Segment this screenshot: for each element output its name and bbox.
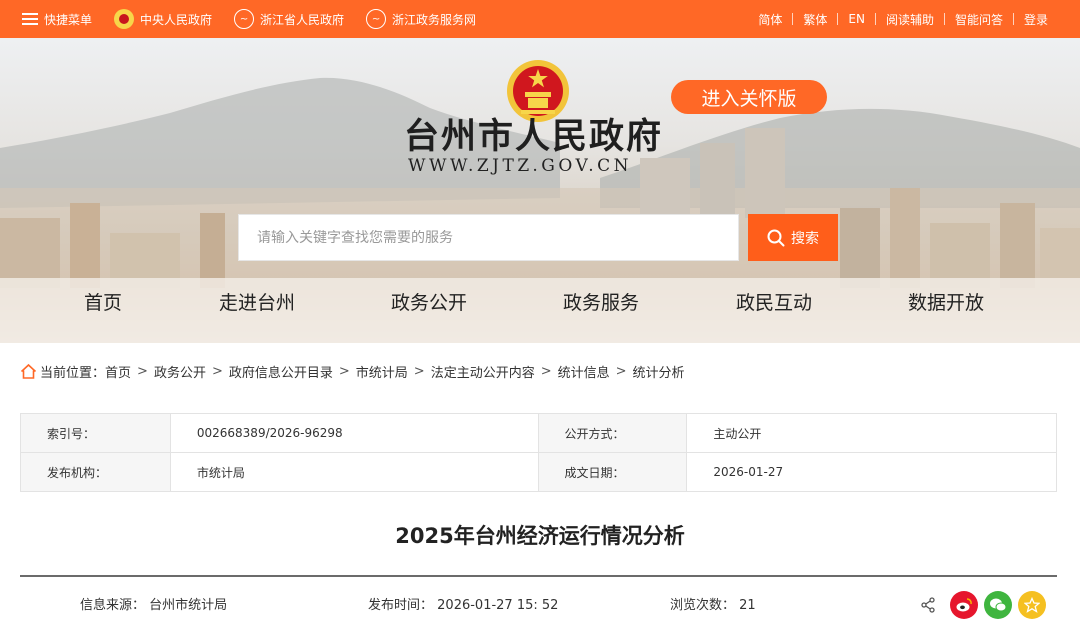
search-button[interactable]: 搜索 bbox=[748, 214, 838, 261]
link-zhejiang-government-label: 浙江省人民政府 bbox=[260, 12, 345, 27]
article-title: 2025年台州经济运行情况分析 bbox=[395, 524, 685, 548]
view-count-label: 浏览次数： bbox=[670, 598, 736, 613]
nav-item-public-interaction[interactable]: 政民互动 bbox=[736, 288, 812, 315]
breadcrumb-separator: > bbox=[615, 363, 627, 379]
link-zhejiang-government[interactable]: ~ 浙江省人民政府 bbox=[234, 9, 344, 29]
publishing-org-label: 发布机构： bbox=[20, 452, 171, 492]
nav-item-about-taizhou[interactable]: 走进台州 bbox=[219, 288, 295, 315]
simplified-chinese-link[interactable]: 简体 bbox=[748, 11, 792, 28]
favorite-icon[interactable] bbox=[1018, 591, 1046, 619]
top-bar: 快捷菜单 中央人民政府 ~ 浙江省人民政府 ~ 浙江政务服务网 简体 繁体 EN… bbox=[0, 0, 1080, 38]
nav-item-government-affairs[interactable]: 政务公开 bbox=[391, 288, 467, 315]
breadcrumb-separator: > bbox=[540, 363, 552, 379]
source-value: 台州市统计局 bbox=[149, 598, 228, 613]
traditional-chinese-link[interactable]: 繁体 bbox=[793, 11, 837, 28]
breadcrumb-item-statutory-content[interactable]: 法定主动公开内容 bbox=[431, 362, 535, 381]
breadcrumb-item-government-affairs[interactable]: 政务公开 bbox=[154, 362, 206, 381]
breadcrumb: 当前位置： 首页 > 政务公开 > 政府信息公开目录 > 市统计局 > 法定主动… bbox=[20, 360, 685, 382]
quick-menu-button[interactable]: 快捷菜单 bbox=[22, 11, 92, 28]
search-icon bbox=[767, 229, 785, 246]
english-link[interactable]: EN bbox=[838, 12, 875, 26]
care-version-button[interactable]: 进入关怀版 bbox=[671, 80, 827, 114]
zhejiang-logo-icon: ~ bbox=[234, 9, 255, 29]
breadcrumb-item-statistics-analysis[interactable]: 统计分析 bbox=[633, 362, 685, 381]
smart-qa-link[interactable]: 智能问答 bbox=[945, 11, 1013, 28]
breadcrumb-item-statistics-info[interactable]: 统计信息 bbox=[558, 362, 610, 381]
breadcrumb-separator: > bbox=[338, 363, 350, 379]
search-field[interactable] bbox=[238, 214, 739, 261]
national-emblem-icon bbox=[114, 9, 135, 29]
site-title: 台州市人民政府 bbox=[404, 116, 664, 157]
top-bar-right: 简体 繁体 EN 阅读辅助 智能问答 登录 bbox=[748, 0, 1058, 38]
search-button-label: 搜索 bbox=[791, 230, 819, 247]
index-number-label: 索引号： bbox=[20, 413, 171, 453]
disclosure-method-value: 主动公开 bbox=[686, 413, 1057, 453]
breadcrumb-separator: > bbox=[137, 363, 148, 379]
document-meta-table: 索引号： 002668389/2026-96298 公开方式： 主动公开 发布机… bbox=[20, 413, 1057, 492]
document-date-value: 2026-01-27 bbox=[686, 452, 1057, 492]
main-nav: 首页 走进台州 政务公开 政务服务 政民互动 数据开放 bbox=[0, 288, 1080, 320]
home-icon bbox=[20, 363, 37, 379]
breadcrumb-separator: > bbox=[211, 363, 223, 379]
wechat-icon[interactable] bbox=[984, 591, 1012, 619]
header-banner: 进入关怀版 台州市人民政府 WWW.ZJTZ.GOV.CN 搜索 首页 走进台州… bbox=[0, 38, 1080, 343]
link-zhejiang-service-label: 浙江政务服务网 bbox=[392, 12, 477, 27]
share-bar bbox=[918, 591, 1046, 619]
reading-aid-link[interactable]: 阅读辅助 bbox=[876, 11, 944, 28]
link-central-government[interactable]: 中央人民政府 bbox=[114, 9, 212, 29]
breadcrumb-item-home[interactable]: 首页 bbox=[105, 362, 131, 381]
publishing-org-value: 市统计局 bbox=[169, 452, 539, 492]
nav-item-government-services[interactable]: 政务服务 bbox=[563, 288, 639, 315]
breadcrumb-item-info-catalog[interactable]: 政府信息公开目录 bbox=[229, 362, 333, 381]
document-date-label: 成文日期： bbox=[537, 452, 688, 492]
share-icon[interactable] bbox=[918, 595, 938, 615]
title-divider bbox=[20, 575, 1057, 577]
menu-icon bbox=[22, 13, 38, 25]
search-input[interactable] bbox=[257, 229, 738, 246]
link-central-government-label: 中央人民政府 bbox=[140, 12, 213, 27]
top-bar-left: 快捷菜单 中央人民政府 ~ 浙江省人民政府 ~ 浙江政务服务网 bbox=[22, 0, 498, 38]
table-row: 索引号： 002668389/2026-96298 公开方式： 主动公开 bbox=[20, 413, 1057, 453]
source-label: 信息来源： bbox=[80, 598, 146, 613]
login-link[interactable]: 登录 bbox=[1014, 11, 1058, 28]
table-row: 发布机构： 市统计局 成文日期： 2026-01-27 bbox=[20, 452, 1057, 492]
zhejiang-service-logo-icon: ~ bbox=[366, 9, 387, 29]
nav-item-open-data[interactable]: 数据开放 bbox=[908, 288, 984, 315]
link-zhejiang-service[interactable]: ~ 浙江政务服务网 bbox=[366, 9, 476, 29]
nav-item-home[interactable]: 首页 bbox=[84, 288, 122, 315]
publish-time-label: 发布时间： bbox=[368, 598, 434, 613]
site-url: WWW.ZJTZ.GOV.CN bbox=[408, 156, 633, 176]
breadcrumb-prefix: 当前位置： bbox=[40, 365, 106, 381]
disclosure-method-label: 公开方式： bbox=[537, 413, 688, 453]
weibo-icon[interactable] bbox=[950, 591, 978, 619]
info-view-count: 浏览次数： 21 bbox=[670, 594, 756, 613]
view-count-value: 21 bbox=[739, 598, 756, 613]
quick-menu-label: 快捷菜单 bbox=[44, 12, 93, 27]
publish-time-value: 2026-01-27 15: 52 bbox=[437, 598, 559, 613]
breadcrumb-item-statistics-bureau[interactable]: 市统计局 bbox=[356, 362, 408, 381]
index-number-value: 002668389/2026-96298 bbox=[169, 413, 539, 453]
breadcrumb-separator: > bbox=[413, 363, 425, 379]
info-source: 信息来源： 台州市统计局 bbox=[80, 594, 227, 613]
info-publish-time: 发布时间： 2026-01-27 15: 52 bbox=[368, 594, 558, 613]
